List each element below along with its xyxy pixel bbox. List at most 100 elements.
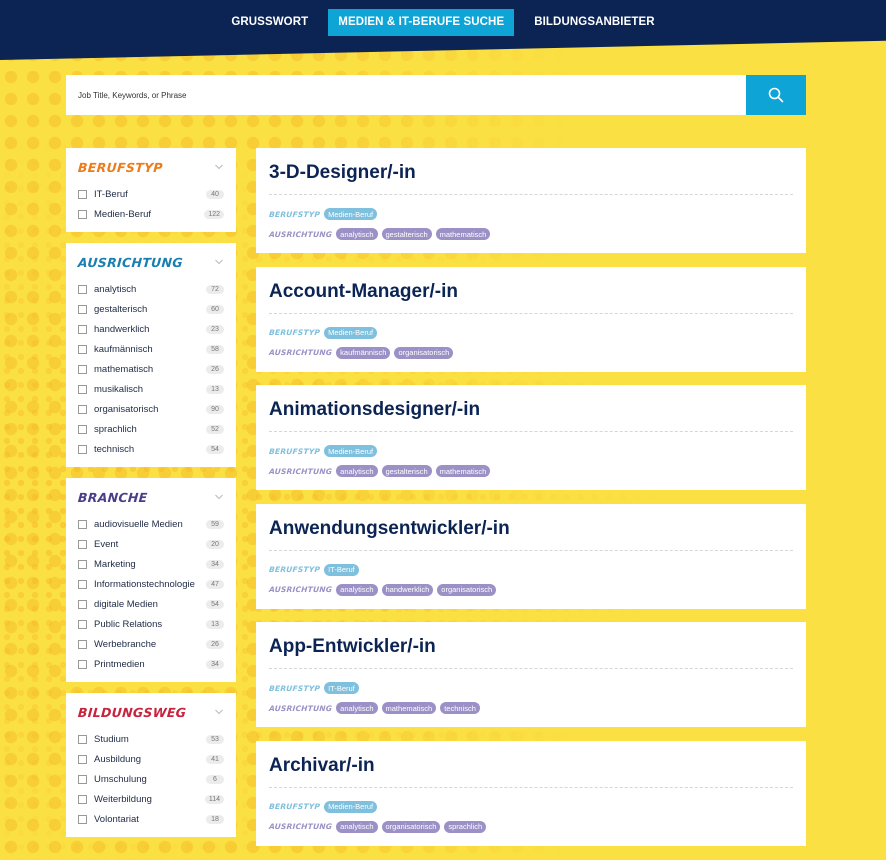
filter-option[interactable]: organisatorisch 90 [78, 399, 224, 419]
job-title[interactable]: App-Entwickler/-in [269, 622, 793, 669]
chevron-down-icon[interactable] [214, 257, 224, 267]
job-card[interactable]: App-Entwickler/-in BERUFSTYP IT-Beruf AUSRI… [256, 622, 806, 727]
job-direction-tag: organisatorisch [394, 346, 454, 359]
filter-option[interactable]: technisch 54 [78, 439, 224, 459]
filter-option[interactable]: audiovisuelle Medien 59 [78, 514, 224, 534]
job-card[interactable]: Animationsdesigner/-in BERUFSTYP Medien-Be… [256, 385, 806, 490]
job-title[interactable]: Archivar/-in [269, 741, 793, 788]
filter-option[interactable]: kaufmännisch 58 [78, 339, 224, 359]
filter-option[interactable]: Umschulung 6 [78, 769, 224, 789]
filter-option[interactable]: Medien-Beruf 122 [78, 204, 224, 224]
filter-option[interactable]: digitale Medien 54 [78, 594, 224, 614]
checkbox[interactable] [78, 209, 87, 219]
job-direction-tag: organisatorisch [437, 583, 497, 596]
job-title[interactable]: 3-D-Designer/-in [269, 148, 793, 195]
checkbox[interactable] [78, 284, 87, 294]
chevron-down-icon[interactable] [214, 707, 224, 717]
filter-option-label: Public Relations [94, 618, 163, 630]
checkbox[interactable] [78, 444, 87, 454]
job-type-label: BERUFSTYP [268, 328, 321, 337]
nav-item-bildungsanbieter[interactable]: BILDUNGSANBIETER [524, 9, 664, 36]
filter-option[interactable]: Informationstechnologie 47 [78, 574, 224, 594]
checkbox[interactable] [78, 579, 87, 589]
filter-option-count: 6 [206, 774, 224, 784]
job-card[interactable]: Archivar/-in BERUFSTYP Medien-Beruf AUSRICH… [256, 740, 806, 846]
filter-option-count: 18 [206, 814, 224, 824]
job-card[interactable]: Anwendungsentwickler/-in BERUFSTYP IT-Beru… [256, 503, 806, 609]
filter-option[interactable]: Werbebranche 26 [78, 634, 224, 654]
filter-option-count: 58 [206, 344, 224, 354]
search-input[interactable] [66, 75, 746, 115]
checkbox[interactable] [78, 754, 87, 764]
filter-option[interactable]: mathematisch 26 [78, 359, 224, 379]
filter-options: analytisch 72 gestalterisch 60 handwerklich 2… [78, 279, 224, 459]
checkbox[interactable] [78, 794, 87, 804]
filter-option[interactable]: musikalisch 13 [78, 379, 224, 399]
filter-options: IT-Beruf 40 Medien-Beruf 122 [78, 184, 224, 224]
search-button[interactable] [746, 75, 806, 115]
filter-option-count: 26 [206, 639, 224, 649]
job-direction-tag: analytisch [336, 228, 378, 240]
filter-option-count: 114 [204, 794, 224, 804]
filter-option[interactable]: handwerklich 23 [78, 319, 224, 339]
nav-item-grusswort[interactable]: GRUSSWORT [221, 9, 318, 36]
filter-option[interactable]: analytisch 72 [78, 279, 224, 299]
checkbox[interactable] [78, 324, 87, 334]
filter-options: Studium 53 Ausbildung 41 Umschulung 6 Weiterbi… [78, 729, 224, 829]
job-type-label: BERUFSTYP [268, 446, 321, 456]
job-title[interactable]: Account-Manager/-in [269, 267, 793, 314]
filter-option[interactable]: Weiterbildung 114 [78, 789, 224, 809]
checkbox[interactable] [78, 404, 87, 414]
checkbox[interactable] [78, 734, 87, 744]
filter-option[interactable]: Printmedien 34 [78, 654, 224, 674]
chevron-down-icon[interactable] [214, 162, 224, 172]
job-card[interactable]: 3-D-Designer/-in BERUFSTYP Medien-Beruf AUS… [256, 148, 806, 253]
filter-header[interactable]: BILDUNGSWEG [77, 701, 224, 723]
job-direction-row: AUSRICHTUNG analytisch handwerklich organis… [269, 583, 793, 597]
filter-option-count: 90 [206, 404, 224, 414]
checkbox[interactable] [78, 424, 87, 434]
nav-item-medien-it-berufe-suche[interactable]: MEDIEN & IT-BERUFE SUCHE [328, 9, 515, 36]
checkbox[interactable] [78, 344, 87, 354]
job-card[interactable]: Account-Manager/-in BERUFSTYP Medien-Beruf… [256, 266, 806, 372]
checkbox[interactable] [78, 304, 87, 314]
filter-option[interactable]: Studium 53 [78, 729, 224, 749]
checkbox[interactable] [78, 814, 87, 824]
filter-sidebar: BERUFSTYP IT-Beruf 40 Medien-Beruf 122 AUSRIC… [66, 148, 236, 848]
filter-option[interactable]: Event 20 [78, 534, 224, 554]
job-type-row: BERUFSTYP IT-Beruf [269, 681, 793, 695]
checkbox[interactable] [78, 639, 87, 649]
filter-header[interactable]: BRANCHE [77, 486, 224, 508]
job-direction-tag: sprachlich [444, 820, 487, 833]
job-direction-tag: analytisch [336, 820, 378, 833]
checkbox[interactable] [78, 519, 87, 529]
checkbox[interactable] [78, 774, 87, 784]
filter-option[interactable]: gestalterisch 60 [78, 299, 224, 319]
filter-option[interactable]: IT-Beruf 40 [78, 184, 224, 204]
checkbox[interactable] [78, 659, 87, 669]
checkbox[interactable] [78, 559, 87, 569]
job-type-tag: IT-Beruf [324, 563, 359, 576]
checkbox[interactable] [78, 384, 87, 394]
checkbox[interactable] [78, 599, 87, 609]
filter-option[interactable]: Ausbildung 41 [78, 749, 224, 769]
filter-header[interactable]: AUSRICHTUNG [77, 251, 224, 273]
checkbox[interactable] [78, 364, 87, 374]
filter-option[interactable]: Public Relations 13 [78, 614, 224, 634]
filter-option-count: 54 [206, 599, 224, 609]
job-title[interactable]: Animationsdesigner/-in [269, 385, 793, 432]
filter-option-count: 41 [206, 754, 224, 764]
filter-option-count: 47 [206, 579, 224, 589]
filter-option[interactable]: sprachlich 52 [78, 419, 224, 439]
filter-option[interactable]: Volontariat 18 [78, 809, 224, 829]
filter-header[interactable]: BERUFSTYP [77, 156, 224, 178]
job-direction-tag: mathematisch [435, 228, 491, 240]
job-title[interactable]: Anwendungsentwickler/-in [269, 504, 793, 551]
checkbox[interactable] [78, 619, 87, 629]
filter-option-count: 72 [206, 284, 224, 294]
job-direction-row: AUSRICHTUNG analytisch organisatorisch spra… [269, 820, 793, 834]
checkbox[interactable] [78, 539, 87, 549]
filter-option[interactable]: Marketing 34 [78, 554, 224, 574]
checkbox[interactable] [78, 189, 87, 199]
chevron-down-icon[interactable] [214, 492, 224, 502]
